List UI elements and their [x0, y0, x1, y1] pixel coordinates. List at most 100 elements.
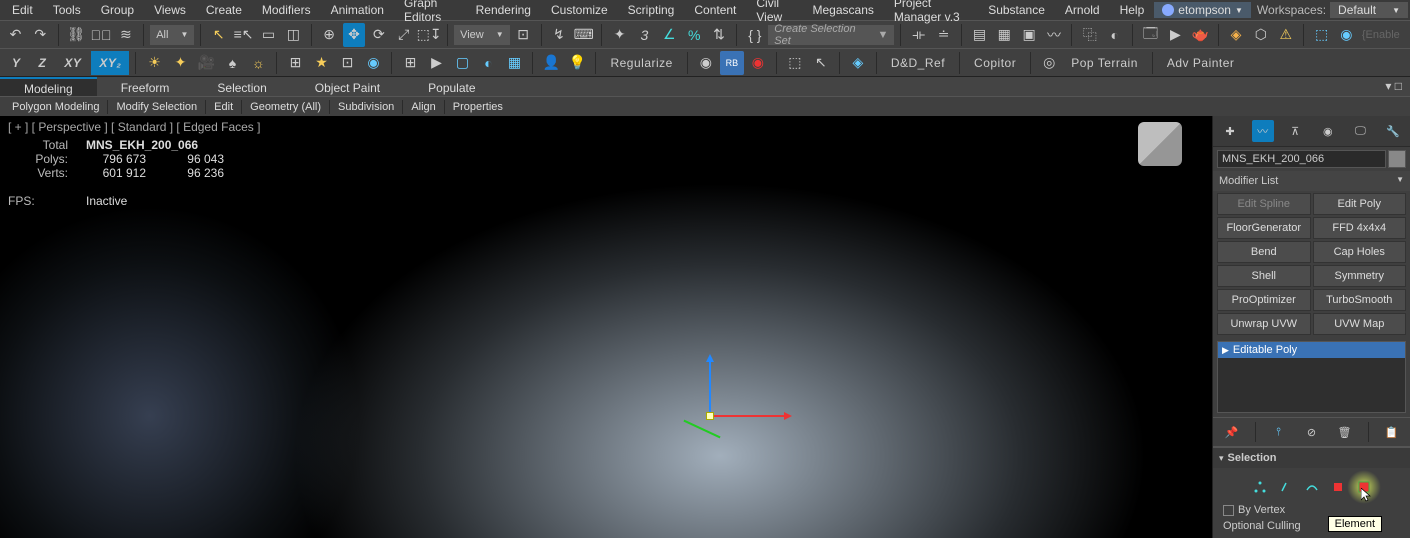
object-name-field[interactable]	[1217, 150, 1386, 168]
popterrain-icon[interactable]: ◎	[1037, 51, 1061, 75]
sub-polygonmodeling[interactable]: Polygon Modeling	[4, 99, 107, 115]
sub-geometryall[interactable]: Geometry (All)	[242, 99, 329, 115]
advpainter-button[interactable]: Adv Painter	[1159, 51, 1243, 75]
tool2-o[interactable]: ⬚	[783, 51, 807, 75]
render-setup-button[interactable]: 🗔	[1139, 23, 1162, 47]
utilities-panel-button[interactable]: 🔧	[1382, 120, 1404, 142]
menu-edit[interactable]: Edit	[2, 1, 43, 19]
tool2-m[interactable]: RB	[720, 51, 744, 75]
menu-projectmanager[interactable]: Project Manager v.3	[884, 0, 978, 26]
workspace-dropdown[interactable]: Default ▼	[1330, 2, 1408, 18]
selection-rollout-header[interactable]: ▾ Selection	[1213, 447, 1410, 468]
select-manipulate-button[interactable]: ⊕	[318, 23, 341, 47]
align-button[interactable]: ≐	[932, 23, 955, 47]
tab-populate[interactable]: Populate	[404, 77, 499, 96]
menu-customize[interactable]: Customize	[541, 1, 618, 19]
edit-named-sets-button[interactable]: { }	[743, 23, 766, 47]
manipulate-button[interactable]: ↯	[547, 23, 570, 47]
sub-properties[interactable]: Properties	[445, 99, 511, 115]
by-vertex-checkbox[interactable]	[1223, 505, 1234, 516]
mod-ffd[interactable]: FFD 4x4x4	[1313, 217, 1407, 239]
gizmo-x-axis[interactable]	[710, 415, 790, 417]
border-level-button[interactable]	[1303, 478, 1321, 496]
percent-snap-button[interactable]: %	[683, 23, 706, 47]
menu-views[interactable]: Views	[144, 1, 196, 19]
pivot-center-button[interactable]: ⊡	[512, 23, 535, 47]
vray-warning-icon[interactable]: ⚠	[1274, 23, 1297, 47]
menu-create[interactable]: Create	[196, 1, 252, 19]
modifier-stack[interactable]: ▶ Editable Poly	[1217, 341, 1406, 413]
tool2-n[interactable]: ◉	[746, 51, 770, 75]
make-unique-button[interactable]: ⊘	[1302, 422, 1322, 442]
axis-xy-button[interactable]: XY	[56, 51, 89, 75]
mod-editpoly[interactable]: Edit Poly	[1313, 193, 1407, 215]
rectangular-region-button[interactable]: ▭	[257, 23, 280, 47]
axis-y-button[interactable]: Y	[4, 51, 29, 75]
tab-objectpaint[interactable]: Object Paint	[291, 77, 404, 96]
light-btn-2[interactable]: ✦	[168, 51, 192, 75]
tool2-e[interactable]: ⊞	[398, 51, 422, 75]
menu-rendering[interactable]: Rendering	[466, 1, 541, 19]
mod-unwrapuvw[interactable]: Unwrap UVW	[1217, 313, 1311, 335]
configure-sets-button[interactable]: 📋	[1382, 422, 1402, 442]
select-object-button[interactable]: ↖	[207, 23, 230, 47]
light-btn-1[interactable]: ☀	[142, 51, 166, 75]
undo-button[interactable]: ↶	[4, 23, 27, 47]
popterrain-button[interactable]: Pop Terrain	[1063, 51, 1146, 75]
select-place-button[interactable]: ⬚↧	[417, 23, 441, 47]
tool2-f[interactable]: ▶	[424, 51, 448, 75]
mod-floorgen[interactable]: FloorGenerator	[1217, 217, 1311, 239]
create-panel-button[interactable]: ✚	[1219, 120, 1241, 142]
mod-capholes[interactable]: Cap Holes	[1313, 241, 1407, 263]
reference-coord-dropdown[interactable]: View ▼	[454, 25, 510, 45]
schematic-view-button[interactable]: ⿻	[1078, 23, 1101, 47]
mirror-button[interactable]: ⟛	[907, 23, 930, 47]
vertex-level-button[interactable]	[1251, 478, 1269, 496]
extra-btn-1[interactable]: ⬚	[1310, 23, 1333, 47]
sub-subdivision[interactable]: Subdivision	[330, 99, 402, 115]
toggle-layer-explorer-button[interactable]: ▦	[993, 23, 1016, 47]
menu-tools[interactable]: Tools	[43, 1, 91, 19]
angle-snap-button[interactable]: ∠	[658, 23, 681, 47]
stack-editable-poly[interactable]: ▶ Editable Poly	[1218, 342, 1405, 358]
menu-content[interactable]: Content	[684, 1, 746, 19]
tab-freeform[interactable]: Freeform	[97, 77, 194, 96]
show-end-result-button[interactable]: ⫯	[1269, 422, 1289, 442]
render-button[interactable]: 🫖	[1189, 23, 1212, 47]
axis-z-button[interactable]: Z	[31, 51, 55, 75]
mod-uvwmap[interactable]: UVW Map	[1313, 313, 1407, 335]
render-frame-button[interactable]: ▶	[1164, 23, 1187, 47]
menu-animation[interactable]: Animation	[321, 1, 394, 19]
named-selection-set-dropdown[interactable]: Create Selection Set ▼	[768, 25, 894, 45]
spinner-snap-button[interactable]: ⇅	[708, 23, 731, 47]
modify-panel-button[interactable]: 〰	[1252, 120, 1274, 142]
menu-help[interactable]: Help	[1110, 1, 1155, 19]
snaps-toggle-button[interactable]: 3	[633, 23, 656, 47]
keyboard-shortcut-button[interactable]: ⌨	[572, 23, 595, 47]
mod-editspline[interactable]: Edit Spline	[1217, 193, 1311, 215]
remove-modifier-button[interactable]: 🗑	[1335, 422, 1355, 442]
selection-filter-dropdown[interactable]: All ▼	[150, 25, 194, 45]
viewport[interactable]: [ + ] [ Perspective ] [ Standard ] [ Edg…	[0, 116, 1212, 538]
select-move-button[interactable]: ✥	[343, 23, 366, 47]
motion-panel-button[interactable]: ◉	[1317, 120, 1339, 142]
pin-stack-button[interactable]: 📌	[1222, 422, 1242, 442]
tool2-c[interactable]: ⊡	[335, 51, 359, 75]
extra-btn-2[interactable]: ◉	[1335, 23, 1358, 47]
edge-level-button[interactable]	[1277, 478, 1295, 496]
select-rotate-button[interactable]: ⟳	[367, 23, 390, 47]
mod-prooptimizer[interactable]: ProOptimizer	[1217, 289, 1311, 311]
light-btn-4[interactable]: ♠	[220, 51, 244, 75]
bind-spacewarp-button[interactable]: ≋	[114, 23, 137, 47]
regularize-button[interactable]: Regularize	[602, 51, 680, 75]
curve-editor-button[interactable]: 〰	[1043, 23, 1066, 47]
sub-modifyselection[interactable]: Modify Selection	[108, 99, 205, 115]
tool2-j[interactable]: 👤	[539, 51, 563, 75]
menu-arnold[interactable]: Arnold	[1055, 1, 1110, 19]
select-by-name-button[interactable]: ≡↖	[232, 23, 255, 47]
tool2-q[interactable]: ◈	[846, 51, 870, 75]
sub-align[interactable]: Align	[403, 99, 443, 115]
dnd-ref-button[interactable]: D&D_Ref	[883, 51, 953, 75]
menu-modifiers[interactable]: Modifiers	[252, 1, 321, 19]
mod-symmetry[interactable]: Symmetry	[1313, 265, 1407, 287]
